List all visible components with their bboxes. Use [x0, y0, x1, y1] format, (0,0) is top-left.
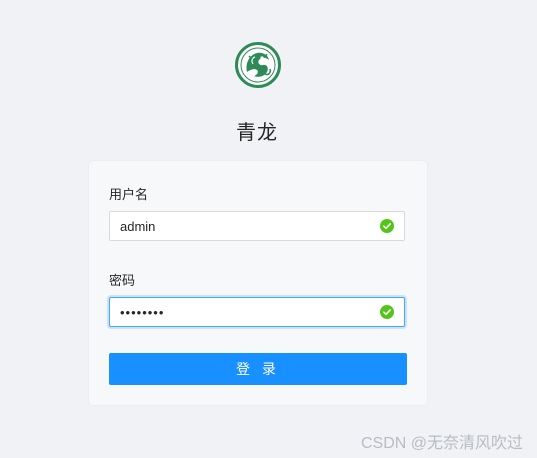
- csdn-watermark: CSDN @无奈清风吹过: [360, 435, 523, 452]
- app-title: 青龙: [236, 122, 278, 144]
- login-form: 用户名 密码 登 录: [89, 161, 427, 405]
- username-label: 用户名: [109, 187, 149, 202]
- username-field-wrapper: [109, 211, 405, 241]
- password-field-wrapper: [109, 297, 405, 327]
- check-circle-icon: [380, 219, 394, 233]
- dragon-logo-icon: [235, 42, 281, 88]
- password-input[interactable]: [120, 298, 375, 326]
- check-circle-icon: [380, 305, 394, 319]
- username-input[interactable]: [120, 212, 375, 240]
- password-label: 密码: [109, 273, 136, 288]
- login-button[interactable]: 登 录: [109, 353, 407, 385]
